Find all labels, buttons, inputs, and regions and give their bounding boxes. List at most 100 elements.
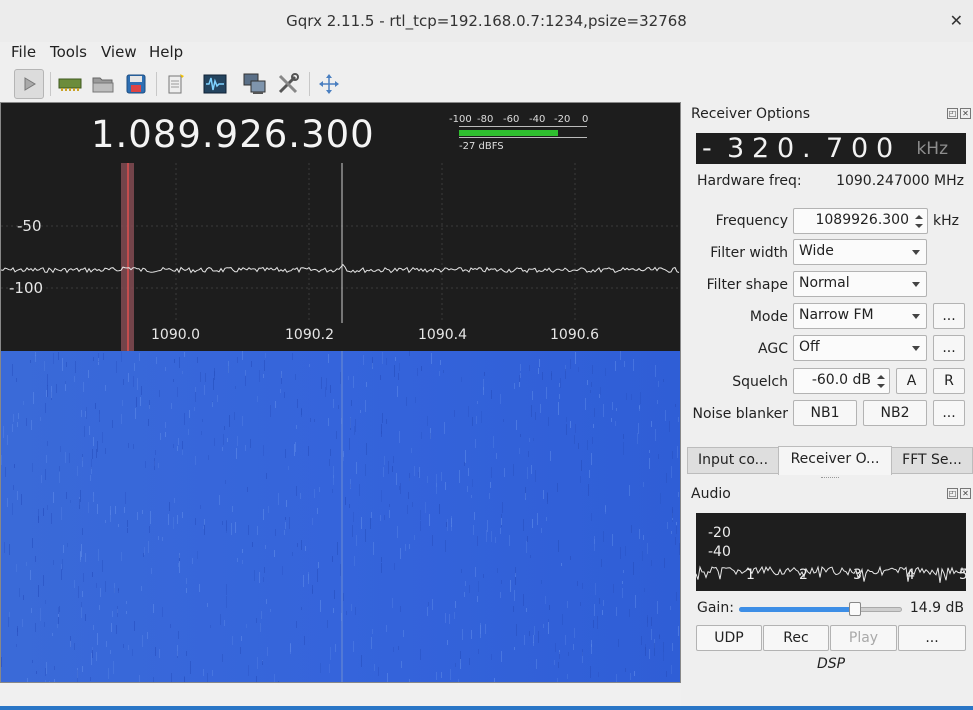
filter-shape-value: Normal xyxy=(799,275,850,291)
close-icon[interactable]: ✕ xyxy=(950,11,963,30)
audio-options-button[interactable]: ... xyxy=(898,625,966,651)
play-icon[interactable] xyxy=(14,69,44,99)
mode-label: Mode xyxy=(749,309,788,325)
filter-shape-label: Filter shape xyxy=(706,277,788,293)
gain-fill xyxy=(739,607,855,612)
x-tick: 1090.2 xyxy=(285,327,334,343)
title-bar: Gqrx 2.11.5 - rtl_tcp=192.168.0.7:1234,p… xyxy=(0,0,973,43)
squelch-reset-button[interactable]: R xyxy=(933,368,965,394)
x-tick: 1090.6 xyxy=(550,327,599,343)
audio-x-tick: 1 xyxy=(746,567,755,583)
spin-up-icon[interactable] xyxy=(877,375,885,379)
audio-x-tick: 2 xyxy=(799,567,808,583)
mode-select[interactable]: Narrow FM xyxy=(793,303,927,329)
offset-digit[interactable]: 3 xyxy=(727,133,744,164)
play-button[interactable]: Play xyxy=(830,625,897,651)
spin-up-icon[interactable] xyxy=(915,215,923,219)
filter-width-label: Filter width xyxy=(710,245,788,261)
gain-handle[interactable] xyxy=(848,602,861,616)
offset-digit[interactable]: 7 xyxy=(826,133,843,164)
toolbar-separator xyxy=(309,72,310,96)
menu-tools[interactable]: Tools xyxy=(50,43,87,61)
toolbar-separator xyxy=(50,72,51,96)
agc-value: Off xyxy=(799,339,820,355)
mode-value: Narrow FM xyxy=(799,307,874,323)
gain-label: Gain: xyxy=(697,600,734,616)
frequency-input[interactable]: 1089926.300 xyxy=(793,208,928,234)
hardware-icon[interactable] xyxy=(55,69,85,99)
offset-digit[interactable]: 0 xyxy=(851,133,868,164)
float-icon[interactable]: ◰ xyxy=(947,488,958,499)
spin-down-icon[interactable] xyxy=(915,224,923,228)
spin-down-icon[interactable] xyxy=(877,384,885,388)
gain-slider[interactable] xyxy=(739,602,902,618)
tools-icon[interactable] xyxy=(273,69,303,99)
float-icon[interactable]: ◰ xyxy=(947,108,958,119)
audio-fft-plot: -20 -40 1 2 3 4 5 xyxy=(696,513,966,591)
filter-width-select[interactable]: Wide xyxy=(793,239,927,265)
agc-select[interactable]: Off xyxy=(793,335,927,361)
hw-freq-label: Hardware freq: xyxy=(697,173,802,189)
squelch-input[interactable]: -60.0 dB xyxy=(793,368,890,394)
noise-blanker-label: Noise blanker xyxy=(692,406,789,422)
frequency-value: 1089926.300 xyxy=(815,212,909,228)
chevron-down-icon xyxy=(912,314,920,319)
save-icon[interactable] xyxy=(121,69,151,99)
udp-button[interactable]: UDP xyxy=(696,625,762,651)
waveform-icon[interactable] xyxy=(200,69,230,99)
close-dock-icon[interactable]: ✕ xyxy=(960,108,971,119)
window-title: Gqrx 2.11.5 - rtl_tcp=192.168.0.7:1234,p… xyxy=(286,12,687,30)
close-dock-icon[interactable]: ✕ xyxy=(960,488,971,499)
menu-file[interactable]: File xyxy=(11,43,36,61)
toolbar-separator xyxy=(156,72,157,96)
tab-receiver-options[interactable]: Receiver O... xyxy=(778,446,892,475)
agc-label: AGC xyxy=(758,341,788,357)
squelch-auto-button[interactable]: A xyxy=(896,368,927,394)
offset-digit[interactable]: . xyxy=(802,133,811,164)
menu-view[interactable]: View xyxy=(101,43,137,61)
squelch-label: Squelch xyxy=(732,374,788,390)
plotter-area[interactable]: 1.089.926.300 -100 -80 -60 -40 -20 0 -27… xyxy=(0,102,681,683)
audio-x-tick: 4 xyxy=(906,567,915,583)
spectrum-trace xyxy=(1,263,680,274)
audio-header: Audio xyxy=(691,486,731,502)
nb-options-button[interactable]: ... xyxy=(933,400,965,426)
menu-help[interactable]: Help xyxy=(149,43,183,61)
waterfall[interactable] xyxy=(1,351,680,682)
remote-control-icon[interactable] xyxy=(240,69,270,99)
gain-value: 14.9 dB xyxy=(909,600,964,616)
offset-digit[interactable]: 2 xyxy=(752,133,769,164)
dsp-label: DSP xyxy=(817,656,846,672)
offset-digit[interactable]: 0 xyxy=(876,133,893,164)
rec-button[interactable]: Rec xyxy=(763,625,829,651)
audio-x-tick: 3 xyxy=(853,567,862,583)
nb1-button[interactable]: NB1 xyxy=(793,400,857,426)
tab-fft-settings[interactable]: FFT Se... xyxy=(891,447,973,474)
audio-x-tick: 5 xyxy=(959,567,966,583)
tab-input-controls[interactable]: Input co... xyxy=(687,447,779,474)
open-icon[interactable] xyxy=(88,69,118,99)
bottom-strip xyxy=(0,706,973,710)
offset-digit[interactable]: - xyxy=(702,133,712,164)
nb2-button[interactable]: NB2 xyxy=(863,400,927,426)
splitter-handle[interactable] xyxy=(821,477,839,481)
receiver-options-header: Receiver Options xyxy=(691,106,811,122)
offset-display[interactable]: -320.700 kHz xyxy=(696,133,966,164)
squelch-value: -60.0 dB xyxy=(811,372,871,388)
right-dock: Receiver Options ◰ ✕ -320.700 kHz Hardwa… xyxy=(681,102,973,710)
frequency-label: Frequency xyxy=(715,213,788,229)
fullscreen-icon[interactable] xyxy=(314,69,344,99)
toolbar xyxy=(0,66,973,102)
hw-freq-value: 1090.247000 MHz xyxy=(836,173,964,189)
y-tick: -100 xyxy=(9,279,44,297)
x-tick: 1090.4 xyxy=(418,327,467,343)
filter-shape-select[interactable]: Normal xyxy=(793,271,927,297)
chevron-down-icon xyxy=(912,282,920,287)
frequency-unit: kHz xyxy=(933,213,959,229)
offset-digit[interactable]: 0 xyxy=(777,133,794,164)
x-tick: 1090.0 xyxy=(151,327,200,343)
chevron-down-icon xyxy=(912,250,920,255)
mode-options-button[interactable]: ... xyxy=(933,303,965,329)
bookmark-icon[interactable] xyxy=(161,69,191,99)
agc-options-button[interactable]: ... xyxy=(933,335,965,361)
